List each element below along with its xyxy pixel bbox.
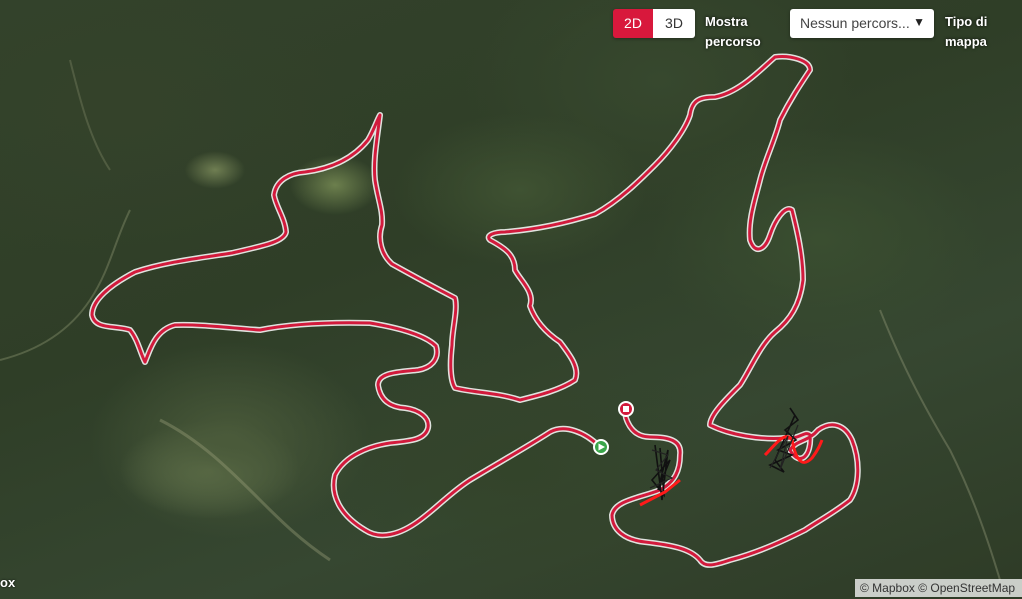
view-3d-button[interactable]: 3D: [653, 9, 695, 38]
end-marker[interactable]: [618, 401, 634, 417]
map-overlay: [0, 53, 1001, 581]
road: [69, 59, 111, 171]
satellite-map[interactable]: [0, 0, 1022, 599]
mapbox-logo-fragment[interactable]: ox: [0, 575, 15, 590]
route-shadow: [89, 53, 861, 568]
route-line: [90, 55, 860, 567]
road: [159, 418, 331, 562]
show-route-label: Mostra percorso: [705, 14, 761, 49]
route-select-value: Nessun percors...: [800, 15, 910, 31]
map-attribution[interactable]: © Mapbox © OpenStreetMap: [855, 579, 1022, 597]
road: [879, 309, 1001, 581]
map-controls: 2D 3D Mostra percorso Nessun percors... …: [613, 9, 1005, 52]
view-2d-button[interactable]: 2D: [613, 9, 653, 38]
caret-down-icon: ▼: [913, 15, 925, 29]
start-marker[interactable]: [593, 439, 609, 455]
stop-icon: [623, 406, 629, 412]
route-select[interactable]: Nessun percors... ▼: [790, 9, 934, 38]
map-type-label[interactable]: Tipo di mappa: [945, 12, 1005, 52]
view-mode-toggle: 2D 3D: [613, 9, 695, 38]
